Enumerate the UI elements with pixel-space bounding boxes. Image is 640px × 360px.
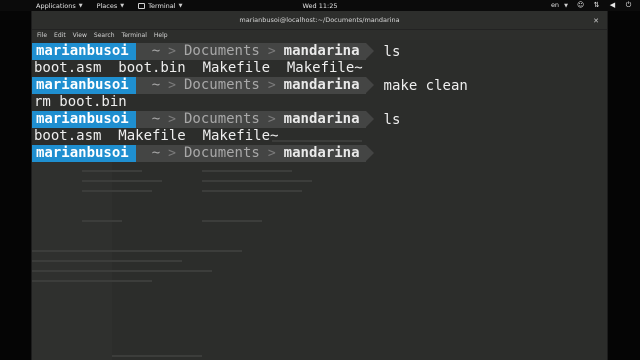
menu-search[interactable]: Search xyxy=(94,32,115,39)
clock[interactable]: Wed 11:25 xyxy=(303,2,338,10)
prompt-dir: Documents xyxy=(183,145,260,161)
prompt-separator: > xyxy=(168,146,176,161)
prompt-separator: > xyxy=(267,146,276,161)
prompt-separator: > xyxy=(168,44,176,59)
command-text: ls xyxy=(383,111,401,128)
window-title: marianbusoi@localhost:~/Documents/mandar… xyxy=(239,16,400,24)
menu-file[interactable]: File xyxy=(37,32,47,39)
prompt-line-current[interactable]: marianbusoi ~ > Documents > mandarina xyxy=(32,145,384,162)
language-indicator[interactable]: en ▼ xyxy=(551,1,568,9)
desktop-left-edge xyxy=(0,11,31,360)
applications-menu[interactable]: Applications ▼ xyxy=(36,2,83,10)
chevron-down-icon: ▼ xyxy=(178,2,183,9)
power-icon[interactable]: ⏻ xyxy=(625,1,632,9)
prompt-user: marianbusoi xyxy=(32,145,144,162)
prompt-line: marianbusoi ~ > Documents > mandarina ls xyxy=(32,111,400,128)
menu-view[interactable]: View xyxy=(73,32,87,39)
language-label: en xyxy=(550,1,560,9)
network-icon[interactable]: ⇅ xyxy=(593,1,600,9)
terminal-area[interactable]: marianbusoi ~ > Documents > mandarina ls… xyxy=(32,40,607,360)
terminal-app-label: Terminal xyxy=(148,1,176,10)
terminal-app-menu[interactable]: Terminal ▼ xyxy=(138,2,182,10)
command-text: ls xyxy=(383,43,401,60)
prompt-path: ~ > Documents > mandarina xyxy=(135,111,374,128)
terminal-window: marianbusoi@localhost:~/Documents/mandar… xyxy=(31,11,608,360)
prompt-dir: Documents xyxy=(183,77,260,93)
prompt-cwd: mandarina xyxy=(283,111,360,127)
prompt-path: ~ > Documents > mandarina xyxy=(135,145,374,162)
prompt-path: ~ > Documents > mandarina xyxy=(135,43,374,60)
command-text: make clean xyxy=(383,77,468,94)
terminal-scrollbar[interactable] xyxy=(602,40,606,360)
prompt-dir: Documents xyxy=(183,111,260,127)
prompt-separator: > xyxy=(168,78,176,93)
window-menubar: File Edit View Search Terminal Help xyxy=(32,30,607,40)
places-menu[interactable]: Places ▼ xyxy=(97,2,125,10)
menu-terminal[interactable]: Terminal xyxy=(122,32,147,39)
top-bar-menu: Applications ▼ Places ▼ Terminal ▼ xyxy=(36,2,196,10)
prompt-cwd: mandarina xyxy=(283,43,360,59)
prompt-path: ~ > Documents > mandarina xyxy=(135,77,374,94)
chevron-down-icon: ▼ xyxy=(78,2,83,9)
prompt-user: marianbusoi xyxy=(32,43,144,60)
prompt-separator: > xyxy=(267,112,276,127)
prompt-user: marianbusoi xyxy=(32,111,144,128)
close-icon[interactable]: ✕ xyxy=(591,16,601,26)
prompt-home: ~ xyxy=(151,145,161,161)
prompt-user: marianbusoi xyxy=(32,77,144,94)
terminal-icon xyxy=(138,2,146,9)
prompt-dir: Documents xyxy=(183,43,260,59)
system-tray: en ▼ ☺ ⇅ ◀ ⏻ xyxy=(551,1,632,9)
prompt-separator: > xyxy=(267,44,276,59)
chevron-down-icon: ▼ xyxy=(564,3,568,9)
prompt-separator: > xyxy=(168,112,176,127)
prompt-separator: > xyxy=(267,78,276,93)
accessibility-icon[interactable]: ☺ xyxy=(577,1,584,9)
menu-help[interactable]: Help xyxy=(154,32,168,39)
desktop-right-edge xyxy=(608,11,640,360)
prompt-home: ~ xyxy=(151,77,161,93)
command-output: boot.asm boot.bin Makefile Makefile~ xyxy=(34,60,363,76)
window-titlebar[interactable]: marianbusoi@localhost:~/Documents/mandar… xyxy=(32,11,607,30)
volume-icon[interactable]: ◀ xyxy=(609,1,616,9)
prompt-cwd: mandarina xyxy=(283,77,360,93)
places-label: Places xyxy=(96,1,118,10)
prompt-line: marianbusoi ~ > Documents > mandarina ls xyxy=(32,43,400,60)
chevron-down-icon: ▼ xyxy=(120,2,125,9)
prompt-cwd: mandarina xyxy=(283,145,360,161)
menu-edit[interactable]: Edit xyxy=(54,32,66,39)
prompt-home: ~ xyxy=(151,111,161,127)
prompt-home: ~ xyxy=(151,43,161,59)
applications-label: Applications xyxy=(36,1,76,10)
prompt-line: marianbusoi ~ > Documents > mandarina ma… xyxy=(32,77,468,94)
command-output: rm boot.bin xyxy=(34,94,127,110)
top-bar: Applications ▼ Places ▼ Terminal ▼ Wed 1… xyxy=(0,0,640,11)
command-output: boot.asm Makefile Makefile~ xyxy=(34,128,279,144)
